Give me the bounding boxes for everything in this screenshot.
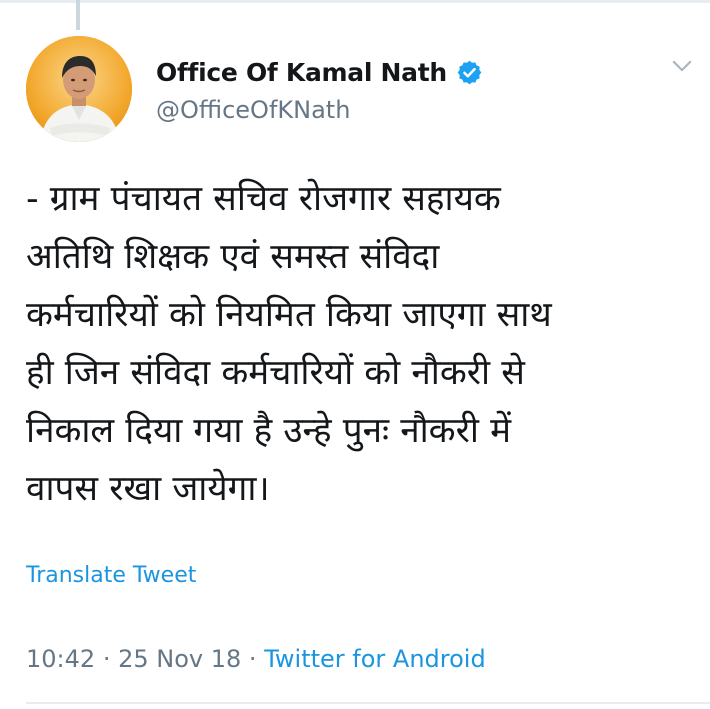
translate-tweet-link[interactable]: Translate Tweet <box>26 563 196 588</box>
tweet-text-line: वापस रखा जायेगा। <box>26 469 270 509</box>
meta-separator: · <box>248 645 257 673</box>
avatar-photo <box>26 36 132 142</box>
author-name-row[interactable]: Office Of Kamal Nath <box>156 52 483 92</box>
tweet-meta: 10:42 · 25 Nov 18 · Twitter for Android <box>26 645 486 673</box>
tweet-source-link[interactable]: Twitter for Android <box>264 645 485 673</box>
tweet-text-line: अतिथि शिक्षक एवं समस्त संविदा <box>26 237 440 277</box>
tweet-text-line: ही जिन संविदा कर्मचारियों को नौकरी से <box>26 353 525 393</box>
meta-separator: · <box>102 645 111 673</box>
avatar[interactable] <box>26 36 132 142</box>
user-handle[interactable]: @OfficeOfKNath <box>156 96 350 124</box>
bottom-divider <box>26 702 710 704</box>
tweet-time: 10:42 <box>26 645 96 673</box>
tweet-text-line: - ग्राम पंचायत सचिव रोजगार सहायक <box>26 179 501 219</box>
chevron-down-icon[interactable] <box>668 52 696 80</box>
tweet-date: 25 Nov 18 <box>118 645 242 673</box>
verified-badge-icon <box>457 60 482 84</box>
tweet-text: - ग्राम पंचायत सचिव रोजगार सहायक अतिथि श… <box>26 170 696 518</box>
top-divider <box>0 0 710 3</box>
tweet-text-line: कर्मचारियों को नियमित किया जाएगा साथ <box>26 295 552 335</box>
tweet-text-line: निकाल दिया गया है उन्हे पुनः नौकरी में <box>26 411 511 451</box>
display-name[interactable]: Office Of Kamal Nath <box>156 58 447 87</box>
thread-connector-line <box>76 0 80 30</box>
